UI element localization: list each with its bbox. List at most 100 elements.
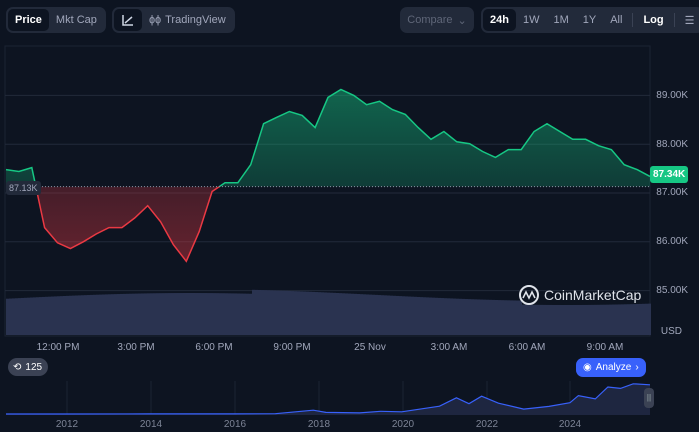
volume-bar [198, 293, 201, 335]
volume-bar [501, 300, 504, 335]
volume-bar [627, 304, 630, 335]
volume-bar [585, 304, 588, 335]
range-all[interactable]: All [603, 9, 629, 31]
volume-bar [390, 295, 393, 335]
volume-bar [459, 298, 462, 335]
mkt-cap-tab[interactable]: Mkt Cap [49, 9, 104, 31]
volume-bar [507, 300, 510, 335]
volume-bar [396, 295, 399, 335]
volume-bar [549, 304, 552, 335]
volume-bar [297, 291, 300, 335]
volume-bar [120, 293, 123, 335]
volume-bar [642, 303, 645, 335]
history-button[interactable]: ⟲ 125 [8, 358, 49, 376]
volume-bar [363, 294, 366, 335]
volume-bar [111, 294, 114, 335]
volume-bar [480, 299, 483, 335]
volume-bar [540, 304, 543, 335]
volume-bar [129, 293, 132, 335]
range-1y[interactable]: 1Y [576, 9, 603, 31]
volume-bar [177, 293, 180, 335]
mini-x-tick: 2022 [475, 419, 499, 430]
volume-bar [171, 293, 174, 335]
volume-bar [513, 300, 516, 335]
volume-bar [636, 303, 639, 335]
analyze-icon: ◉ [583, 362, 592, 373]
volume-bar [6, 298, 9, 335]
range-24h[interactable]: 24h [483, 9, 516, 31]
volume-bar [330, 292, 333, 335]
volume-bar [471, 299, 474, 335]
volume-bar [285, 290, 288, 335]
volume-bar [69, 295, 72, 335]
volume-bar [204, 293, 207, 335]
volume-bar [342, 293, 345, 335]
volume-bar [474, 299, 477, 335]
volume-bar [54, 296, 57, 335]
mini-x-tick: 2020 [391, 419, 415, 430]
volume-bar [30, 297, 33, 335]
range-1w[interactable]: 1W [516, 9, 547, 31]
watermark-text: CoinMarketCap [544, 287, 642, 303]
volume-bar [354, 293, 357, 335]
log-button[interactable]: Log [636, 9, 670, 31]
volume-bar [300, 291, 303, 335]
volume-bar [60, 296, 63, 335]
volume-bar [408, 296, 411, 335]
volume-bar [606, 304, 609, 335]
range-1m[interactable]: 1M [546, 9, 575, 31]
volume-bar [291, 291, 294, 335]
range-slider-handle[interactable]: || [644, 388, 654, 408]
volume-bar [453, 298, 456, 335]
coinmarketcap-watermark: CoinMarketCap [518, 284, 641, 306]
volume-bar [351, 293, 354, 335]
volume-bar [273, 290, 276, 335]
volume-bar [162, 293, 165, 335]
compare-dropdown[interactable]: Compare ⌄ [400, 7, 474, 33]
volume-bar [456, 298, 459, 335]
volume-bar [36, 297, 39, 335]
volume-bar [504, 300, 507, 335]
analyze-button[interactable]: ◉ Analyze › [576, 358, 646, 377]
volume-bar [174, 293, 177, 335]
volume-bar [123, 293, 126, 335]
volume-bar [276, 290, 279, 335]
volume-bar [423, 297, 426, 335]
volume-bar [192, 293, 195, 335]
volume-bar [564, 304, 567, 335]
volume-bar [546, 304, 549, 335]
price-line-down [35, 186, 221, 263]
volume-bar [105, 294, 108, 335]
volume-bar [90, 294, 93, 335]
volume-bar [240, 293, 243, 335]
range-toggle: 24h 1W 1M 1Y All Log ☰ [481, 7, 699, 33]
volume-bar [462, 298, 465, 335]
volume-bar [48, 296, 51, 335]
price-tab[interactable]: Price [8, 9, 49, 31]
volume-bar [315, 292, 318, 335]
volume-bar [384, 295, 387, 335]
volume-bar [483, 299, 486, 335]
chevron-right-icon: › [635, 362, 639, 373]
volume-bar [96, 294, 99, 335]
mini-x-tick: 2012 [55, 419, 79, 430]
volume-bar [264, 290, 267, 335]
volume-bar [633, 304, 636, 335]
tradingview-button[interactable]: ɸɸ TradingView [142, 9, 233, 31]
volume-bar [279, 290, 282, 335]
line-chart-button[interactable] [114, 9, 142, 31]
volume-bar [243, 293, 246, 335]
volume-bar [144, 293, 147, 335]
line-chart-icon [122, 15, 133, 26]
mini-x-tick: 2014 [139, 419, 163, 430]
settings-button[interactable]: ☰ [678, 9, 699, 31]
volume-bar [432, 297, 435, 335]
volume-bar [114, 294, 117, 335]
volume-bar [153, 293, 156, 335]
volume-bar [522, 304, 525, 335]
volume-bar [183, 293, 186, 335]
volume-bar [27, 297, 30, 335]
volume-bar [444, 298, 447, 335]
volume-bar [552, 304, 555, 335]
volume-bar [492, 299, 495, 335]
